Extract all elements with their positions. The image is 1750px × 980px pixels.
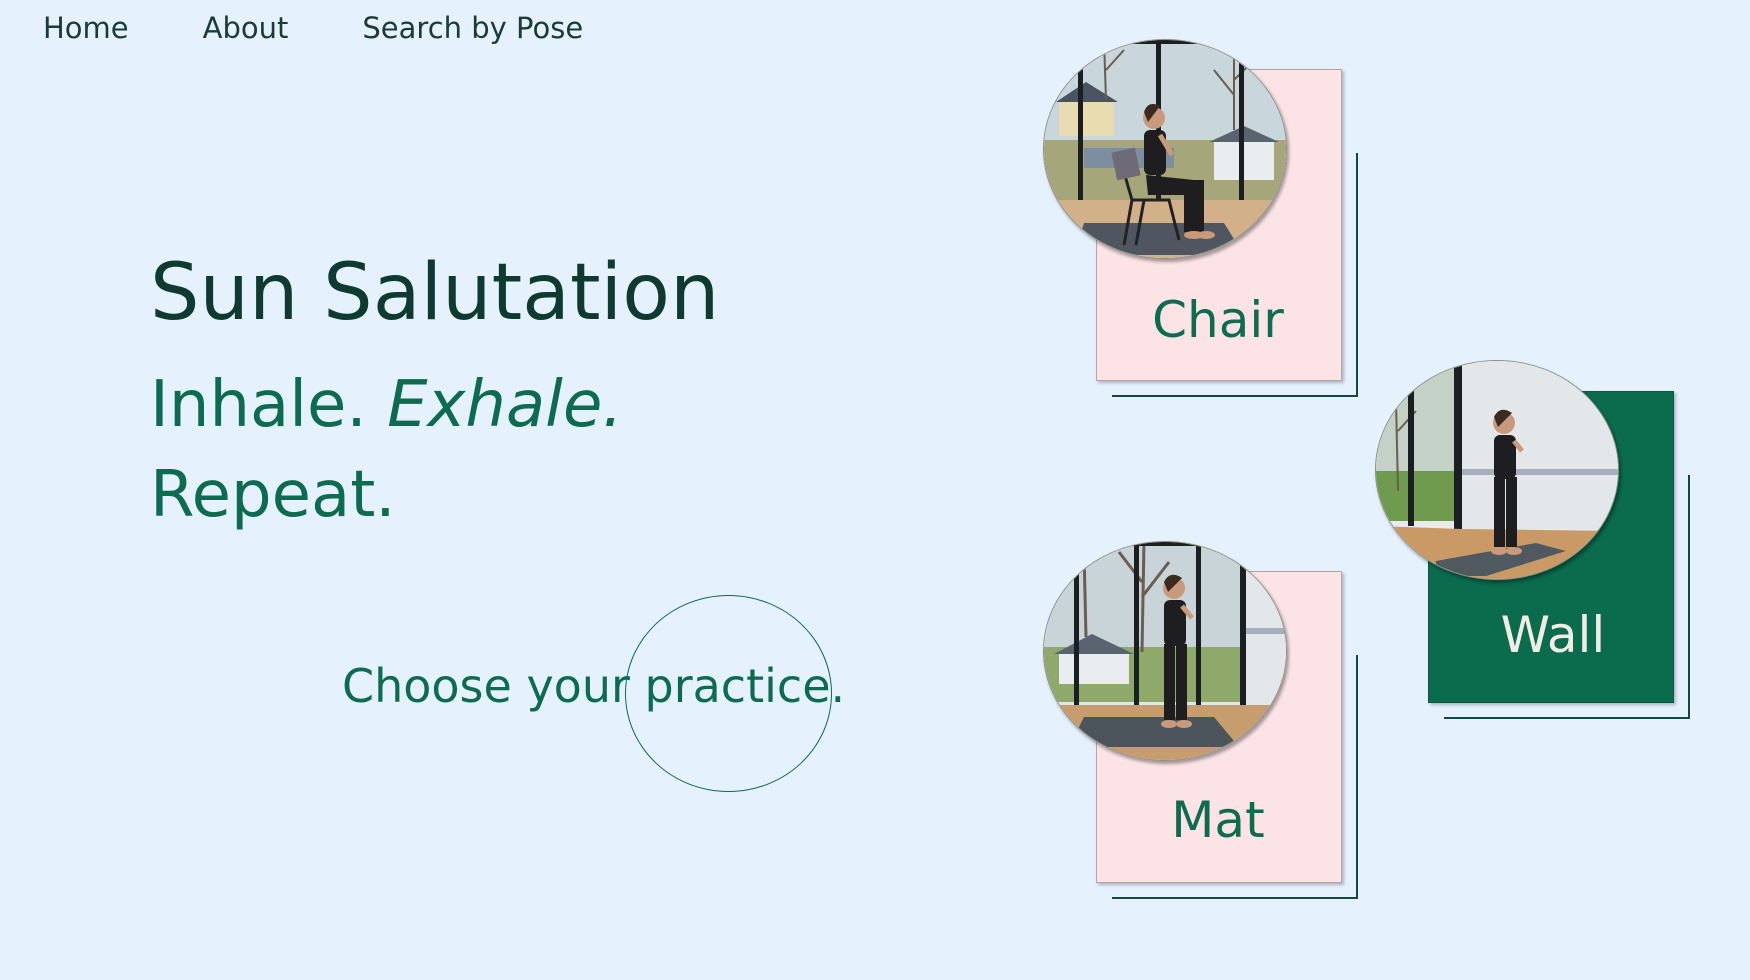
tagline-repeat: Repeat. bbox=[150, 458, 396, 532]
wall-pose-photo bbox=[1375, 360, 1619, 580]
chair-pose-photo bbox=[1043, 39, 1287, 259]
top-nav: Home About Search by Pose bbox=[43, 8, 657, 48]
tagline-inhale: Inhale. bbox=[150, 368, 388, 442]
tagline: Inhale. Exhale. Repeat. bbox=[150, 360, 623, 540]
practice-card-wall[interactable]: Wall bbox=[1372, 357, 1694, 727]
nav-home-link[interactable]: Home bbox=[43, 8, 129, 48]
nav-about-link[interactable]: About bbox=[203, 8, 289, 48]
choose-practice-text: Choose your practice. bbox=[342, 659, 846, 713]
card-label-chair: Chair bbox=[1152, 291, 1284, 349]
nav-search-by-pose-link[interactable]: Search by Pose bbox=[362, 8, 583, 48]
mat-pose-photo bbox=[1043, 541, 1287, 761]
tagline-exhale: Exhale. bbox=[387, 368, 623, 442]
practice-card-chair[interactable]: Chair bbox=[1040, 35, 1360, 405]
practice-card-mat[interactable]: Mat bbox=[1040, 537, 1360, 907]
card-label-mat: Mat bbox=[1171, 791, 1265, 849]
page-title: Sun Salutation bbox=[150, 248, 720, 338]
card-label-wall: Wall bbox=[1500, 606, 1606, 664]
